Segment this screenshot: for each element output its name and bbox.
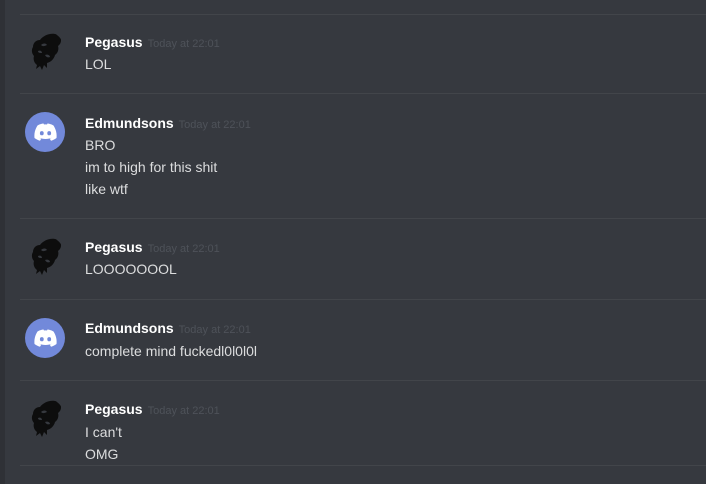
message-header: Edmundsons Today at 22:01 [85, 114, 251, 134]
timestamp[interactable]: Today at 22:01 [148, 243, 220, 255]
message-divider [20, 93, 706, 94]
message-divider [20, 465, 706, 466]
message-text: im to high for this shit [85, 159, 218, 175]
message-header: Pegasus Today at 22:01 [85, 400, 220, 420]
message-text: LOL [85, 56, 112, 72]
username[interactable]: Pegasus [85, 401, 143, 417]
discord-default-avatar-icon[interactable] [25, 318, 65, 358]
timestamp[interactable]: Today at 22:01 [179, 119, 251, 131]
channel-sidebar-edge [0, 0, 5, 484]
message-divider [20, 218, 706, 219]
message-divider [20, 380, 706, 381]
message-header: Pegasus Today at 22:01 [85, 238, 220, 258]
username[interactable]: Edmundsons [85, 320, 174, 336]
username[interactable]: Pegasus [85, 239, 143, 255]
timestamp[interactable]: Today at 22:01 [148, 405, 220, 417]
chat-message-list[interactable]: Pegasus Today at 22:01 LOL Edmundsons Toda… [0, 0, 706, 484]
message-text: OMG [85, 446, 119, 462]
message-text: I can't [85, 424, 122, 440]
pegasus-logo-icon[interactable] [25, 236, 65, 276]
pegasus-logo-icon[interactable] [25, 31, 65, 71]
message-header: Edmundsons Today at 22:01 [85, 319, 251, 339]
username[interactable]: Edmundsons [85, 115, 174, 131]
message-text: complete mind fuckedl0l0l0l [85, 343, 257, 359]
pegasus-logo-icon[interactable] [25, 398, 65, 438]
timestamp[interactable]: Today at 22:01 [179, 324, 251, 336]
message-divider [20, 14, 706, 15]
message-divider [20, 299, 706, 300]
message-header: Pegasus Today at 22:01 [85, 33, 220, 53]
message-text: like wtf [85, 181, 128, 197]
message-text: BRO [85, 137, 116, 153]
message-text: LOOOOOOOL [85, 261, 177, 277]
timestamp[interactable]: Today at 22:01 [148, 38, 220, 50]
discord-default-avatar-icon[interactable] [25, 112, 65, 152]
username[interactable]: Pegasus [85, 34, 143, 50]
